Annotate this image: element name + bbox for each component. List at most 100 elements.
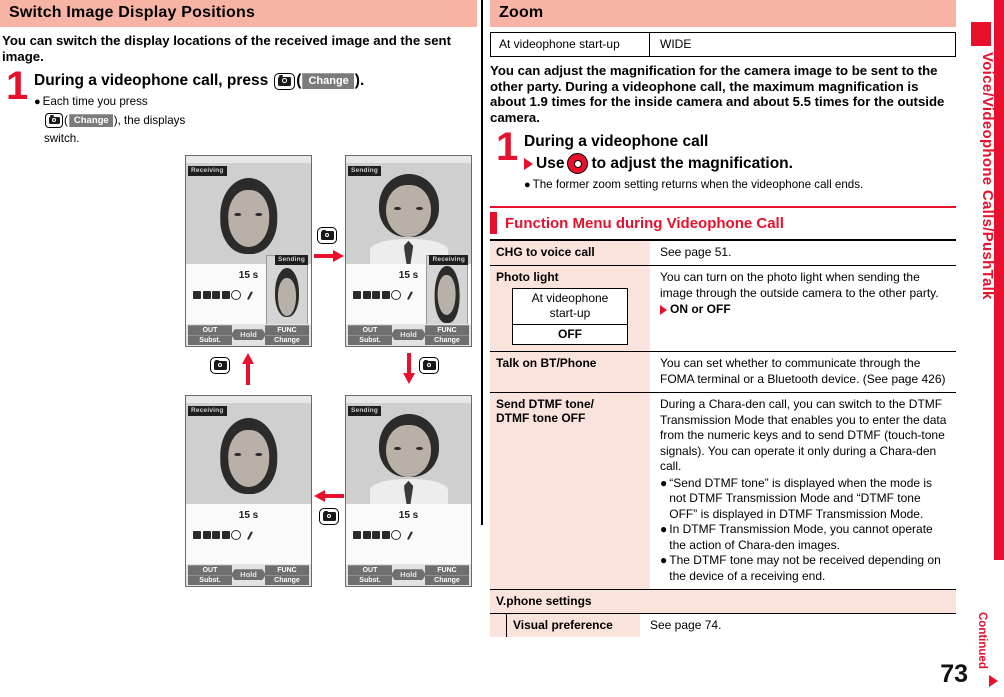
- status-icon-1: [193, 291, 201, 300]
- value-bullet: ● “Send DTMF tone” is displayed when the…: [660, 476, 950, 523]
- zoom-step-line-2: Use to adjust the magnification.: [524, 153, 960, 175]
- table-row: CHG to voice call See page 51.: [490, 240, 956, 267]
- value-bullet-text: “Send DTMF tone” is displayed when the m…: [669, 475, 933, 521]
- function-menu-title: Function Menu during Videophone Call: [505, 214, 784, 232]
- side-tab-marker: [971, 22, 991, 46]
- softkey-func: FUNC: [265, 325, 309, 336]
- row-key-line-2: DTMF tone OFF: [496, 411, 586, 426]
- function-menu-underline: [490, 239, 956, 241]
- softkey-out: OUT: [348, 325, 392, 336]
- softkey-out: OUT: [188, 565, 232, 576]
- antenna-icon: [408, 531, 416, 539]
- continued-arrow-icon: [989, 675, 998, 687]
- softkey-subst: Subst.: [188, 335, 232, 346]
- step-title-text: During a videophone call, press: [34, 72, 269, 90]
- face-woman: [219, 178, 278, 264]
- phone-status-band: [346, 396, 471, 405]
- function-menu-block: Function Menu during Videophone Call: [490, 206, 960, 241]
- nested-box-value: OFF: [558, 327, 582, 342]
- face-man-small: [275, 267, 299, 329]
- softkey-hold: Hold: [391, 329, 426, 341]
- label-receiving: Receiving: [188, 166, 227, 177]
- nested-label-line1: At videophone: [531, 291, 609, 306]
- row-option-line: ON or OFF: [660, 302, 950, 318]
- status-icons-group: [353, 530, 416, 541]
- nested-box-label: At videophone start-up: [513, 289, 627, 326]
- phone-info-band: 15 s: [346, 504, 471, 565]
- navigation-stick-icon: [567, 153, 589, 175]
- antenna-icon: [408, 291, 416, 299]
- label-receiving: Receiving: [188, 406, 227, 417]
- bullet-text-3: switch.: [44, 132, 80, 146]
- side-tab-label: Voice/Videophone Calls/PushTalk: [979, 52, 996, 300]
- row-value: During a Chara-den call, you can switch …: [650, 392, 956, 591]
- status-icon-2: [362, 531, 371, 540]
- softkey-change-label: Change: [302, 73, 354, 90]
- status-icon-5: [231, 530, 241, 541]
- step-bullet-line-3: switch.: [34, 132, 477, 146]
- phone-display-diagram: Receiving 15 s Sending OUT Subst. Hold F…: [0, 150, 477, 610]
- row-key-label: Photo light: [496, 270, 559, 285]
- softkey-bar: OUT Subst. Hold FUNC Change: [186, 324, 311, 347]
- face-man: [369, 414, 448, 505]
- table-row: Talk on BT/Phone You can set whether to …: [490, 351, 956, 394]
- row-indent: [490, 614, 506, 638]
- sent-image-thumb: [266, 255, 308, 330]
- bullet-dot-icon: ●: [660, 553, 668, 568]
- zoom-step-use-label: Use: [536, 154, 565, 172]
- face-woman-small: [434, 266, 460, 329]
- paren-close: ).: [354, 72, 365, 90]
- phone-status-band: [186, 396, 311, 405]
- bullet-text-1: Each time you press: [42, 95, 148, 109]
- paren-open-2: (: [64, 113, 68, 127]
- status-icon-2: [202, 291, 211, 300]
- status-icon-3: [372, 531, 380, 540]
- status-icon-1: [353, 291, 361, 300]
- received-image-area: Receiving: [186, 404, 311, 505]
- value-bullet-text: In DTMF Transmission Mode, you cannot op…: [669, 522, 933, 552]
- row-key-line-1: Send DTMF tone/: [496, 397, 594, 412]
- row-key: Photo light At videophone start-up OFF: [490, 265, 650, 353]
- continued-label: Continued: [976, 612, 988, 669]
- call-timer: 15 s: [398, 510, 419, 522]
- value-bullet: ● In DTMF Transmission Mode, you cannot …: [660, 522, 950, 553]
- arrow-right-icon: [314, 250, 344, 263]
- softkey-hold: Hold: [231, 569, 266, 581]
- vphone-settings-group-header: V.phone settings: [490, 590, 956, 615]
- camera-key-icon: [274, 72, 296, 90]
- step-bullet-line-2: ( Change ), the displays: [34, 113, 477, 129]
- phone-screenshot-bottom-left: Receiving 15 s OUT Subst. Hold FUNC Chan…: [185, 395, 312, 588]
- table-row: Visual preference See page 74.: [490, 614, 956, 638]
- phone-status-band: [346, 156, 471, 165]
- row-value-text: During a Chara-den call, you can switch …: [660, 397, 947, 474]
- status-icon-4: [221, 291, 230, 300]
- softkey-subst: Subst.: [188, 575, 232, 586]
- status-icon-4: [221, 531, 230, 540]
- zoom-step-tail: to adjust the magnification.: [591, 154, 793, 172]
- label-receiving: Receiving: [429, 255, 468, 266]
- heading-accent-bar: [490, 212, 497, 235]
- softkey-bar: OUT Subst. Hold FUNC Change: [186, 564, 311, 587]
- phone-screenshot-top-right: Sending 15 s Receiving OUT Subst. Hold F…: [345, 155, 472, 348]
- row-key: CHG to voice call: [490, 240, 650, 267]
- paren-open: (: [296, 72, 302, 90]
- nested-label-line2: start-up: [549, 306, 591, 321]
- step-1-block: 1 During a videophone call, press ( Chan…: [0, 66, 477, 146]
- bullet-dot-icon: ●: [660, 522, 668, 537]
- zoom-step-1-block: 1 During a videophone call Use to adjust…: [490, 127, 960, 192]
- arrow-up-icon: [242, 353, 254, 386]
- phone-info-band: 15 s: [186, 504, 311, 565]
- triangle-right-icon: [660, 305, 667, 316]
- softkey-change: Change: [265, 575, 309, 586]
- bullet-dot-icon: ●: [660, 475, 668, 490]
- face-man: [369, 174, 448, 265]
- sent-image-area: Sending: [346, 404, 471, 505]
- right-column: Zoom At videophone start-up WIDE You can…: [490, 0, 960, 697]
- status-icon-4: [381, 291, 390, 300]
- step-number: 1: [496, 125, 519, 170]
- label-sending: Sending: [348, 406, 382, 417]
- phone-screenshot-bottom-right: Sending 15 s OUT Subst. Hold FUNC Change: [345, 395, 472, 588]
- manual-page: Switch Image Display Positions You can s…: [0, 0, 1004, 697]
- section-heading-zoom: Zoom: [490, 0, 956, 27]
- step-title: During a videophone call, press ( Change…: [34, 71, 477, 91]
